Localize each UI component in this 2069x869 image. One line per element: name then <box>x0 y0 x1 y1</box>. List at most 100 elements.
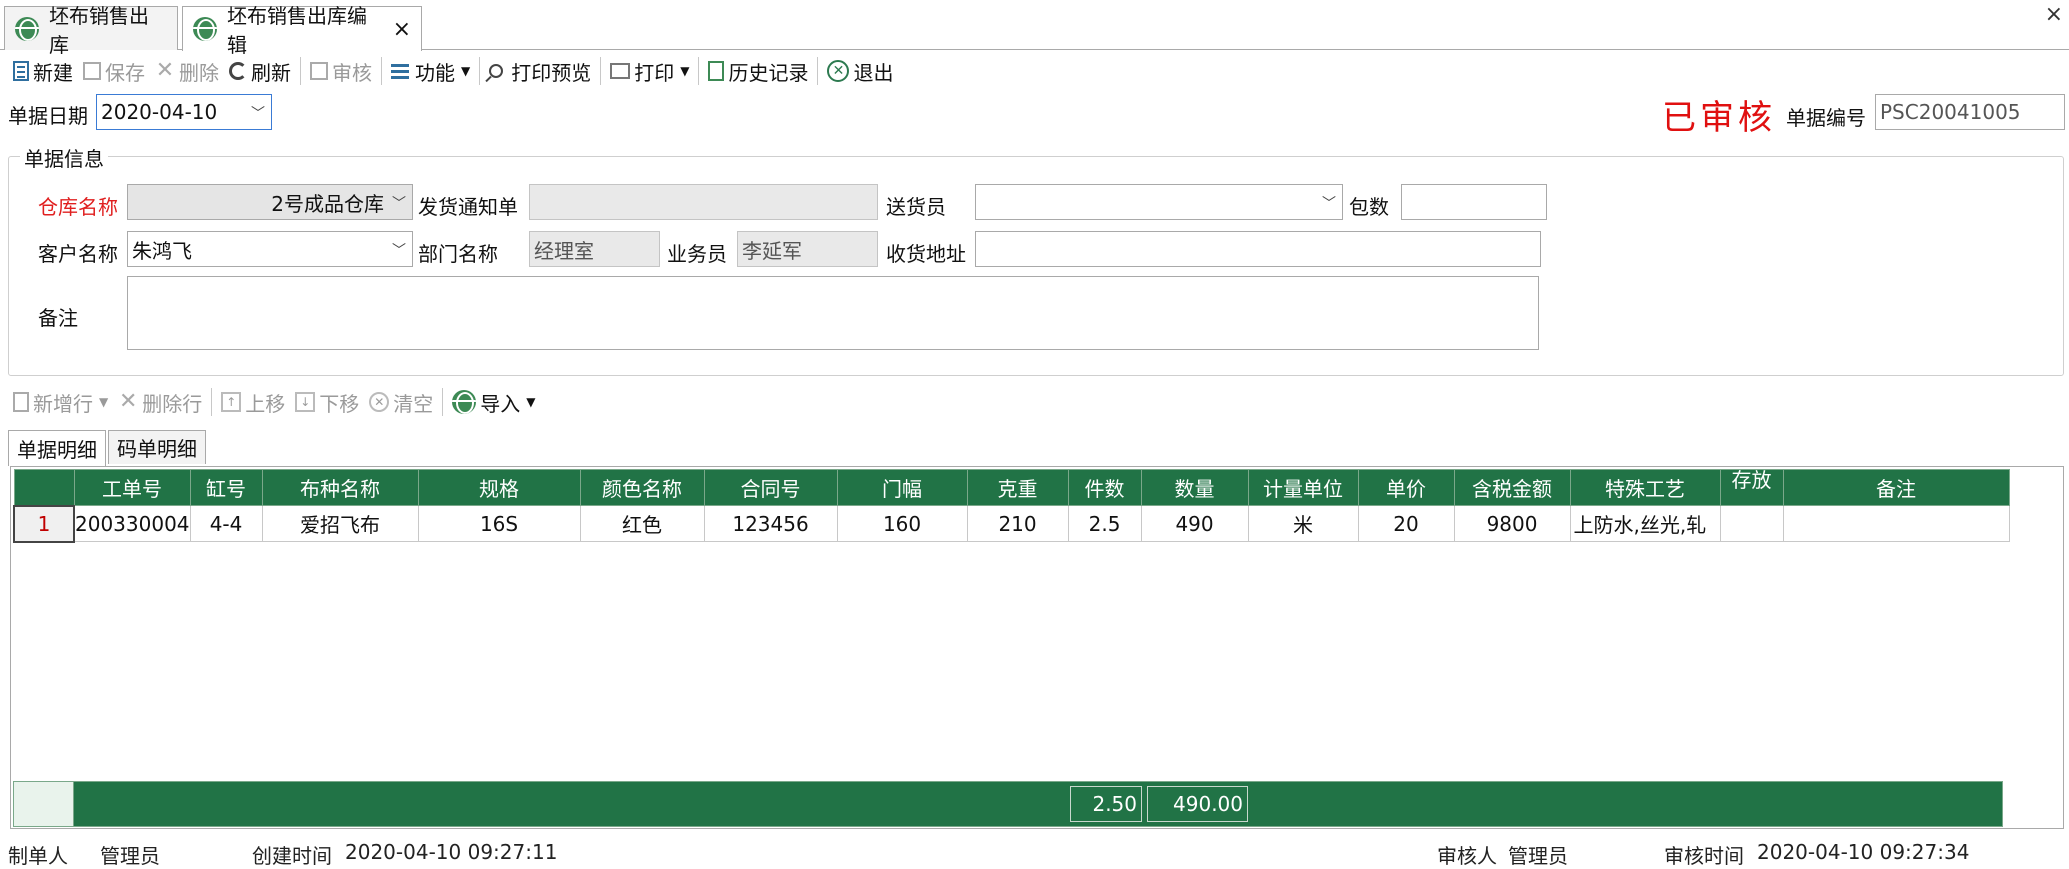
refresh-button[interactable]: 刷新 <box>224 54 296 88</box>
table-row[interactable]: 1 200330004 4-4 爱招飞布 16S 红色 123456 160 2… <box>13 504 2010 543</box>
tab-label: 坯布销售出库编辑 <box>227 4 367 57</box>
remark-textarea[interactable] <box>127 276 1539 350</box>
column-header[interactable]: 颜色名称 <box>579 469 705 506</box>
history-button[interactable]: 历史记录 <box>703 54 813 88</box>
created-time-label: 创建时间 <box>252 844 332 868</box>
move-up-label: 上移 <box>245 391 286 416</box>
column-header[interactable]: 备注 <box>1782 469 2010 506</box>
doc-no-label: 单据编号 <box>1786 106 1866 130</box>
function-menu-button[interactable]: 功能 ▼ <box>386 54 475 88</box>
notice-label: 发货通知单 <box>418 195 518 219</box>
column-header[interactable]: 工单号 <box>73 469 191 506</box>
chevron-down-icon: ▼ <box>526 395 536 409</box>
cell-price[interactable]: 20 <box>1357 505 1455 542</box>
window-close-icon[interactable]: × <box>2045 2 2063 27</box>
packages-label: 包数 <box>1349 195 1389 219</box>
cell-work-order[interactable]: 200330004 <box>73 505 191 542</box>
tab-close-icon[interactable]: × <box>393 17 411 42</box>
toolbar-separator <box>698 57 700 85</box>
clear-button[interactable]: ✕ 清空 <box>364 386 438 418</box>
packages-field[interactable] <box>1401 184 1547 220</box>
cell-amount[interactable]: 9800 <box>1453 505 1571 542</box>
cell-vat-no[interactable]: 4-4 <box>189 505 263 542</box>
delivery-select[interactable]: ﹀ <box>975 184 1343 220</box>
auditor-label: 审核人 <box>1437 844 1497 868</box>
column-header[interactable]: 特殊工艺 <box>1569 469 1721 506</box>
chevron-down-icon[interactable]: ﹀ <box>1322 193 1336 213</box>
import-button[interactable]: 导入 ▼ <box>447 386 540 418</box>
tab-code-detail[interactable]: 码单明细 <box>108 430 206 464</box>
column-header[interactable]: 数量 <box>1140 469 1249 506</box>
notice-field[interactable] <box>529 184 878 220</box>
cell-quantity[interactable]: 490 <box>1140 505 1249 542</box>
warehouse-select[interactable]: 2号成品仓库 ﹀ <box>127 184 413 220</box>
globe-icon <box>15 16 39 41</box>
add-row-icon <box>13 392 29 412</box>
print-label: 打印 <box>634 60 675 85</box>
column-header[interactable]: 含税金额 <box>1453 469 1571 506</box>
delete-button[interactable]: ✕ 删除 <box>150 54 224 88</box>
import-label: 导入 <box>480 391 521 416</box>
tab-grey-cloth-sales-out-edit[interactable]: 坯布销售出库编辑 × <box>182 4 422 57</box>
cell-weight[interactable]: 210 <box>966 505 1069 542</box>
cell-unit[interactable]: 米 <box>1247 505 1359 542</box>
arrow-down-icon: ↓ <box>295 392 316 412</box>
audit-button[interactable]: 审核 <box>305 54 377 88</box>
magnifier-icon <box>489 64 504 78</box>
print-button[interactable]: 打印 ▼ <box>605 54 694 88</box>
cell-pieces[interactable]: 2.5 <box>1067 505 1142 542</box>
date-picker[interactable]: 2020-04-10 ﹀ <box>96 94 272 130</box>
address-field[interactable] <box>975 231 1541 267</box>
move-up-button[interactable]: ↑ 上移 <box>216 386 290 418</box>
column-header[interactable]: 规格 <box>417 469 581 506</box>
tab-grey-cloth-sales-out[interactable]: 坯布销售出库 <box>4 4 178 57</box>
chevron-down-icon: ▼ <box>461 64 471 78</box>
delete-label: 删除 <box>179 60 219 85</box>
new-button[interactable]: 新建 <box>8 54 78 88</box>
column-header[interactable]: 合同号 <box>703 469 838 506</box>
cell-storage[interactable] <box>1719 505 1784 542</box>
dept-value: 经理室 <box>534 238 594 263</box>
save-button[interactable]: 保存 <box>78 54 150 88</box>
date-value: 2020-04-10 <box>101 100 218 124</box>
doc-no-field[interactable]: PSC20041005 <box>1875 94 2065 130</box>
move-down-button[interactable]: ↓ 下移 <box>290 386 364 418</box>
column-header[interactable]: 克重 <box>966 469 1069 506</box>
print-preview-label: 打印预览 <box>511 60 592 85</box>
column-header[interactable]: 缸号 <box>189 469 263 506</box>
cell-process[interactable]: 上防水,丝光,轧 <box>1569 505 1721 542</box>
column-header[interactable]: 单价 <box>1357 469 1455 506</box>
add-row-button[interactable]: 新增行 ▼ <box>8 386 113 418</box>
history-label: 历史记录 <box>728 60 809 85</box>
address-label: 收货地址 <box>886 242 966 266</box>
chevron-down-icon[interactable]: ﹀ <box>251 103 265 123</box>
cell-fabric-name[interactable]: 爱招飞布 <box>261 505 419 542</box>
customer-label: 客户名称 <box>38 242 118 266</box>
audit-label: 审核 <box>332 60 372 85</box>
cell-spec[interactable]: 16S <box>417 505 581 542</box>
salesman-field[interactable]: 李延军 <box>737 231 878 267</box>
cell-color[interactable]: 红色 <box>579 505 705 542</box>
detail-grid: 工单号 缸号 布种名称 规格 颜色名称 合同号 门幅 克重 件数 数量 计量单位… <box>10 466 2064 829</box>
cell-width[interactable]: 160 <box>836 505 968 542</box>
salesman-value: 李延军 <box>742 238 802 263</box>
dept-field[interactable]: 经理室 <box>529 231 660 267</box>
delete-x-icon: ✕ <box>119 389 138 414</box>
customer-select[interactable]: 朱鸿飞 ﹀ <box>127 231 413 267</box>
cell-contract[interactable]: 123456 <box>703 505 838 542</box>
delete-row-button[interactable]: ✕ 删除行 <box>113 386 207 418</box>
chevron-down-icon[interactable]: ﹀ <box>392 193 406 213</box>
chevron-down-icon[interactable]: ﹀ <box>392 240 406 260</box>
print-preview-button[interactable]: 打印预览 <box>484 54 596 88</box>
printer-icon <box>610 63 631 79</box>
column-header[interactable]: 布种名称 <box>261 469 419 506</box>
column-header[interactable]: 计量单位 <box>1247 469 1359 506</box>
row-index[interactable]: 1 <box>13 504 75 543</box>
exit-label: 退出 <box>853 60 894 85</box>
column-header[interactable]: 件数 <box>1067 469 1142 506</box>
tab-doc-detail[interactable]: 单据明细 <box>8 430 106 466</box>
exit-button[interactable]: ✕ 退出 <box>822 54 898 88</box>
column-header[interactable]: 存放 <box>1719 469 1784 506</box>
cell-remark[interactable] <box>1782 505 2010 542</box>
column-header[interactable]: 门幅 <box>836 469 968 506</box>
